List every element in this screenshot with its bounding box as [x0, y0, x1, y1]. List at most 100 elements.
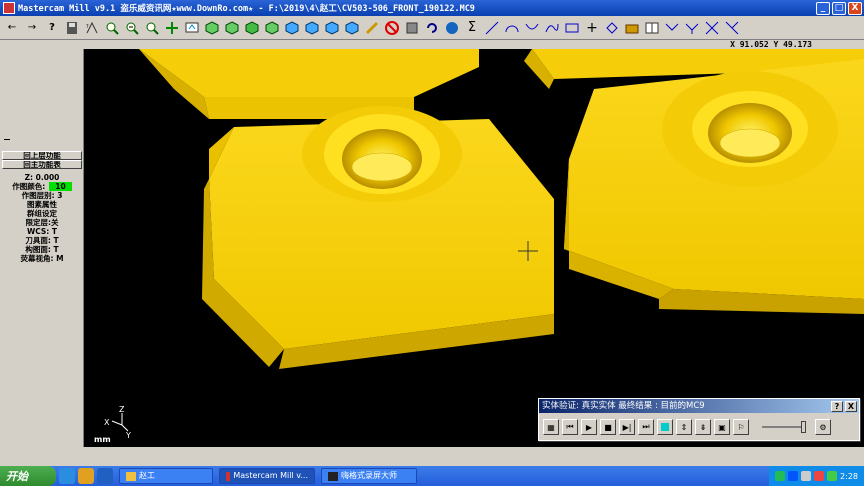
verify-title-text: 实体验证: 真实实体 最终结果 : 目前的MC9: [542, 401, 705, 411]
curve-icon[interactable]: [522, 17, 542, 38]
tray-volume-icon[interactable]: [814, 471, 825, 481]
menu-back-level[interactable]: 回上层功能: [2, 151, 82, 160]
view-cube-icon[interactable]: [282, 17, 302, 38]
view-top-icon[interactable]: [222, 17, 242, 38]
verify-cutter-icon[interactable]: ⚐: [733, 419, 749, 435]
delete-icon[interactable]: [382, 17, 402, 38]
chamfer-icon[interactable]: [602, 17, 622, 38]
zoom-fit-icon[interactable]: [142, 17, 162, 38]
main-menu-panel: 回上层功能 回主功能表 Z: 0.000 作图颜色: 10 作图层别: 3 图素属…: [0, 49, 84, 447]
axis-x-label: X: [104, 418, 110, 427]
eraser-icon[interactable]: [362, 17, 382, 38]
verify-settings-icon[interactable]: ▦: [543, 419, 559, 435]
app-icon[interactable]: [3, 2, 15, 14]
part-upper-left: [139, 49, 479, 119]
verify-play-icon[interactable]: ▶: [581, 419, 597, 435]
tray-ime-icon[interactable]: [775, 471, 786, 481]
panel-divider: [4, 139, 10, 140]
verify-fast-forward-icon[interactable]: ⏭: [638, 419, 654, 435]
help-icon[interactable]: ?: [42, 17, 62, 38]
plus-icon[interactable]: +: [582, 17, 602, 38]
taskbar: 开始 赵工 Mastercam Mill v... 嗨格式录屏大师 2:28: [0, 466, 864, 486]
verify-rewind-icon[interactable]: ⏮: [562, 419, 578, 435]
tray-security-icon[interactable]: [827, 471, 838, 481]
minimize-button[interactable]: _: [816, 1, 830, 15]
arc-icon[interactable]: [502, 17, 522, 38]
coordinate-row: X 91.052 Y 49.173: [0, 40, 864, 49]
shade-icon[interactable]: [402, 17, 422, 38]
tray-lang-icon[interactable]: [788, 471, 799, 481]
menu-wcs[interactable]: WCS: T: [2, 227, 82, 236]
menu-construction-plane[interactable]: 构图面: T: [2, 245, 82, 254]
verify-camera-icon[interactable]: ▣: [714, 419, 730, 435]
media-icon[interactable]: [97, 468, 113, 484]
task-folder[interactable]: 赵工: [119, 468, 213, 484]
menu-level[interactable]: 作图层别: 3: [2, 191, 82, 200]
verify-close-button[interactable]: X: [845, 400, 857, 412]
menu-attributes[interactable]: 图素属性: [2, 200, 82, 209]
view-side-icon[interactable]: [262, 17, 282, 38]
screen-regen-icon[interactable]: [182, 17, 202, 38]
analyze-icon[interactable]: ?: [82, 17, 102, 38]
spline-icon[interactable]: [542, 17, 562, 38]
svg-text:?: ?: [86, 24, 89, 30]
main-toolbar: ← → ? ? Σ +: [0, 16, 864, 40]
verify-tool-icon[interactable]: ⇕: [676, 419, 692, 435]
zoom-window-icon[interactable]: [102, 17, 122, 38]
maximize-button[interactable]: □: [832, 1, 846, 15]
part-center: [202, 106, 554, 369]
task-folder-label: 赵工: [139, 471, 155, 480]
task-recorder[interactable]: 嗨格式录屏大师: [321, 468, 417, 484]
graphics-viewport[interactable]: Z X Y mm: [84, 49, 864, 447]
view-iso-icon[interactable]: [202, 17, 222, 38]
menu-color-label: 作图颜色:: [12, 182, 46, 191]
verify-cyan-icon[interactable]: [657, 419, 673, 435]
view-cube-2-icon[interactable]: [302, 17, 322, 38]
verify-tool-2-icon[interactable]: ⇟: [695, 419, 711, 435]
window-title: Mastercam Mill v9.1 盗乐威资讯网★www.DownRo.co…: [18, 4, 475, 14]
slider-thumb[interactable]: [801, 421, 806, 433]
verify-stop-icon[interactable]: ■: [600, 419, 616, 435]
menu-z-depth[interactable]: Z: 0.000: [2, 173, 82, 182]
verify-dialog-title: 实体验证: 真实实体 最终结果 : 目前的MC9 ? X: [539, 399, 859, 413]
pan-icon[interactable]: [162, 17, 182, 38]
trim-icon[interactable]: [662, 17, 682, 38]
start-button[interactable]: 开始: [0, 466, 56, 486]
trim-4-icon[interactable]: [722, 17, 742, 38]
tray-network-icon[interactable]: [801, 471, 812, 481]
view-cube-3-icon[interactable]: [322, 17, 342, 38]
menu-tool-plane[interactable]: 刀具面: T: [2, 236, 82, 245]
verify-controls: ▦ ⏮ ▶ ■ ▶| ⏭ ⇕ ⇟ ▣ ⚐ ⚙: [539, 413, 859, 441]
ie-icon[interactable]: [59, 468, 75, 484]
view-cube-4-icon[interactable]: [342, 17, 362, 38]
status-strip: [0, 447, 864, 466]
clock[interactable]: 2:28: [840, 472, 858, 481]
line-icon[interactable]: [482, 17, 502, 38]
zoom-out-icon[interactable]: [122, 17, 142, 38]
menu-mask[interactable]: 限定层:关: [2, 218, 82, 227]
sigma-icon[interactable]: Σ: [462, 17, 482, 38]
explorer-icon[interactable]: [78, 468, 94, 484]
trim-2-icon[interactable]: [682, 17, 702, 38]
forward-arrow-icon[interactable]: →: [22, 17, 42, 38]
menu-main-menu[interactable]: 回主功能表: [2, 160, 82, 169]
menu-color[interactable]: 作图颜色: 10: [2, 182, 82, 191]
save-icon[interactable]: [62, 17, 82, 38]
rectangle-icon[interactable]: [562, 17, 582, 38]
close-button[interactable]: X: [848, 1, 862, 15]
menu-groups[interactable]: 群组设定: [2, 209, 82, 218]
verify-help-button[interactable]: ?: [831, 400, 843, 412]
window-split-icon[interactable]: [642, 17, 662, 38]
solid-icon[interactable]: [622, 17, 642, 38]
verify-speed-slider[interactable]: [762, 421, 806, 433]
undo-icon[interactable]: [422, 17, 442, 38]
task-mastercam[interactable]: Mastercam Mill v...: [219, 468, 315, 484]
view-front-icon[interactable]: [242, 17, 262, 38]
cursor-coordinates: X 91.052 Y 49.173: [730, 40, 812, 49]
back-arrow-icon[interactable]: ←: [2, 17, 22, 38]
verify-speed-icon[interactable]: ⚙: [815, 419, 831, 435]
sphere-icon[interactable]: [442, 17, 462, 38]
trim-3-icon[interactable]: [702, 17, 722, 38]
menu-graphics-view[interactable]: 荧幕视角: M: [2, 254, 82, 263]
verify-step-icon[interactable]: ▶|: [619, 419, 635, 435]
